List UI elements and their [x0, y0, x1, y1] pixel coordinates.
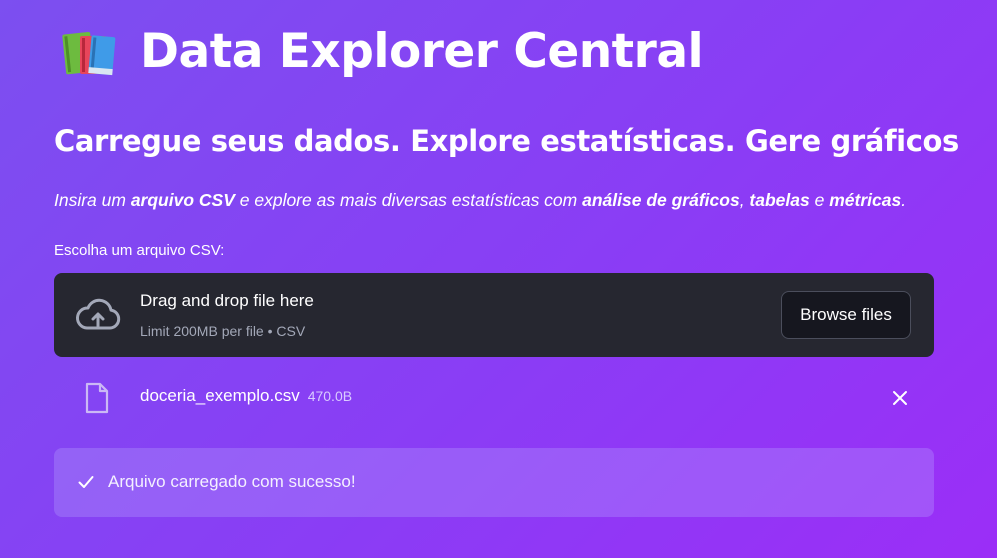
app-title: Data Explorer Central — [140, 23, 704, 79]
file-icon — [85, 382, 109, 414]
intro-bold-charts: análise de gráficos — [582, 190, 740, 210]
success-message: Arquivo carregado com sucesso! — [108, 472, 356, 491]
books-icon — [62, 31, 116, 76]
intro-text-part: e explore as mais diversas estatísticas … — [234, 190, 583, 210]
browse-files-button[interactable]: Browse files — [781, 291, 911, 339]
intro-text-part: e — [809, 190, 830, 210]
intro-text-part: Insira um — [54, 190, 131, 210]
intro-bold-metrics: métricas — [829, 190, 902, 210]
dropzone-limit-text: Limit 200MB per file • CSV — [140, 323, 306, 339]
file-uploader-label: Escolha um arquivo CSV: — [54, 242, 225, 259]
uploaded-file-info: doceria_exemplo.csv 470.0B — [140, 386, 352, 406]
remove-file-button[interactable] — [888, 386, 912, 410]
intro-bold-tables: tabelas — [749, 190, 810, 210]
dropzone-title: Drag and drop file here — [140, 291, 314, 310]
success-alert: Arquivo carregado com sucesso! — [54, 448, 934, 517]
intro-text: Insira um arquivo CSV e explore as mais … — [54, 190, 906, 211]
intro-text-part: , — [739, 190, 750, 210]
check-icon — [78, 476, 94, 488]
uploaded-file-row: doceria_exemplo.csv 470.0B — [54, 378, 934, 418]
uploaded-file-name: doceria_exemplo.csv — [140, 386, 300, 405]
title-row: Data Explorer Central — [60, 22, 704, 80]
intro-bold-csv: arquivo CSV — [130, 190, 235, 210]
intro-text-part: . — [901, 190, 907, 210]
close-icon — [893, 391, 907, 405]
cloud-upload-icon — [76, 298, 121, 330]
uploaded-file-size: 470.0B — [307, 388, 353, 404]
page-subtitle: Carregue seus dados. Explore estatística… — [54, 124, 959, 158]
file-dropzone[interactable]: Drag and drop file here Limit 200MB per … — [54, 273, 934, 357]
